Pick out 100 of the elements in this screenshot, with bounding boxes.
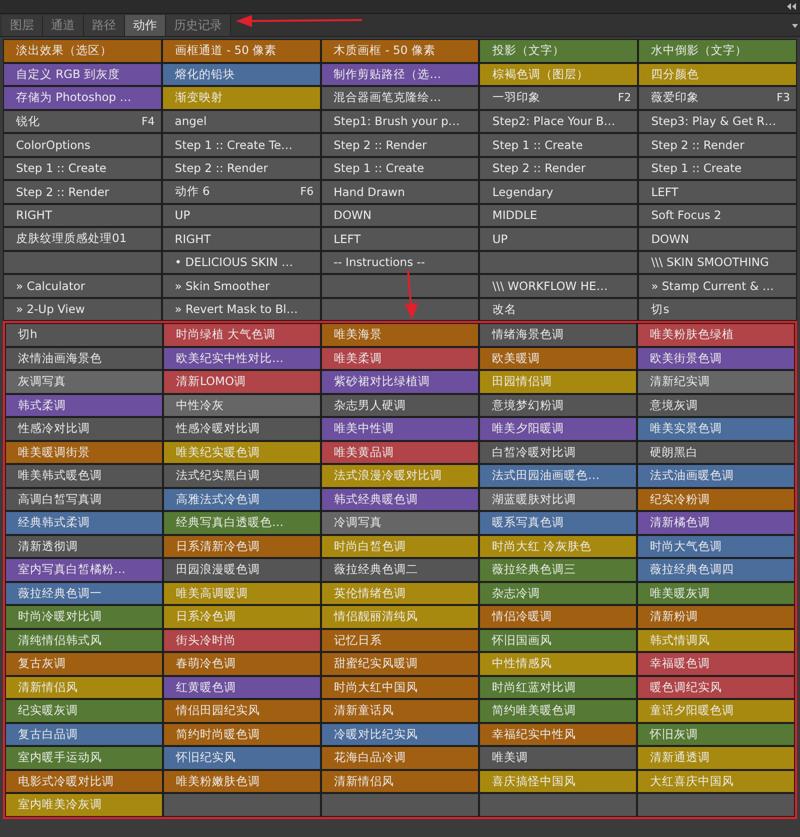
action-button[interactable]: 春萌冷色调 [164,653,320,674]
action-button[interactable]: 纪实冷粉调 [638,488,794,510]
action-button[interactable]: 高雅法式冷色调 [164,488,320,510]
action-button[interactable]: 怀旧国画风 [480,630,636,651]
action-button[interactable]: 法式田园油画暖色… [480,465,636,486]
action-button[interactable]: 情绪海景色调 [480,324,636,346]
panel-tab[interactable]: 图层 [2,15,43,36]
action-button[interactable]: 纪实暖灰调 [6,700,162,722]
action-button[interactable]: 甜蜜纪实风暖调 [322,653,478,674]
action-button[interactable]: 唯美高调暖调 [164,582,320,604]
action-button[interactable]: 情侣靓丽清纯风 [322,606,478,628]
action-button[interactable]: 一羽印象 F2 [480,87,638,108]
action-button[interactable]: » Skin Smoother [162,275,320,296]
action-button[interactable]: Step 2 :: Render [480,158,638,179]
action-button[interactable]: 清新情侣风 [322,770,478,792]
action-button[interactable]: 中性冷灰 [164,394,320,416]
action-button[interactable]: 法式浪漫冷暖对比调 [322,465,478,486]
action-button[interactable]: 制作剪贴路径（选… [322,64,478,85]
action-button[interactable]: 喜庆搞怪中国风 [480,770,636,792]
action-button[interactable]: 棕褐色调（图层） [480,64,638,85]
action-button[interactable]: 时尚白皙色调 [322,536,478,557]
action-button[interactable]: 薇拉经典色调一 [6,582,162,604]
panel-tab[interactable]: 路径 [84,15,125,36]
action-button[interactable]: 混合器画笔克隆绘… [322,87,478,108]
action-button[interactable]: 薇拉经典色调三 [480,559,636,580]
action-button[interactable]: 幸福纪实中性风 [480,724,636,745]
panel-tab[interactable]: 通道 [43,15,84,36]
action-button[interactable]: 韩式情调风 [638,630,794,651]
action-button[interactable]: 幸福暖色调 [638,653,794,674]
action-button[interactable]: 清新纪实调 [638,371,794,392]
panel-tab[interactable]: 动作 [125,15,166,36]
action-button[interactable]: 时尚大红 冷灰肤色 [480,536,636,557]
action-button[interactable]: 硬朗黑白 [638,442,794,463]
action-button[interactable]: • DELICIOUS SKIN … [162,252,320,273]
action-button[interactable]: 画框通道 - 50 像素 [162,40,320,62]
action-button[interactable]: 唯美暖灰调 [638,582,794,604]
action-button[interactable]: Step2: Place Your B… [480,110,638,132]
action-button[interactable]: 唯美暖调街景 [6,442,162,463]
action-button[interactable]: 意境灰调 [638,394,794,416]
action-button[interactable]: 灰调写真 [6,371,162,392]
action-button[interactable]: 皮肤纹理质感处理01 [4,228,161,250]
action-button[interactable]: 日系冷色调 [164,606,320,628]
action-button[interactable]: 改名 [480,298,638,320]
action-button[interactable]: 清新童话风 [322,700,478,722]
action-button[interactable]: ColorOptions [4,134,161,156]
action-button[interactable]: 自定义 RGB 到灰度 [4,64,161,85]
action-button[interactable]: 清新情侣风 [6,676,162,698]
action-button[interactable]: 唯美柔调 [322,348,478,369]
action-button[interactable]: DOWN [322,204,478,226]
action-button[interactable]: 怀旧灰调 [638,724,794,745]
action-button[interactable]: 清纯情侣韩式风 [6,630,162,651]
action-button[interactable]: 清新橘色调 [638,512,794,534]
action-button[interactable]: Step 2 :: Render [639,134,796,156]
action-button[interactable]: 熔化的铅块 [162,64,320,85]
action-button[interactable]: 欧美暖调 [480,348,636,369]
action-button[interactable]: 田园情侣调 [480,371,636,392]
action-button[interactable]: 杂志男人硬调 [322,394,478,416]
action-button[interactable]: 法式纪实黑白调 [164,465,320,486]
action-button[interactable]: 性感冷暖对比调 [164,418,320,440]
action-button[interactable]: 木质画框 - 50 像素 [322,40,478,62]
action-button[interactable]: » Stamp Current & … [639,275,796,296]
action-button[interactable]: 经典写真白透暖色… [164,512,320,534]
action-button[interactable] [480,252,638,273]
action-button[interactable]: 紫砂裙对比绿植调 [322,371,478,392]
action-button[interactable]: 湖蓝暖肤对比调 [480,488,636,510]
action-button[interactable]: \\\ WORKFLOW HE… [480,275,638,296]
action-button[interactable]: 动作 6 F6 [162,181,320,202]
action-button[interactable]: 复古灰调 [6,653,162,674]
action-button[interactable]: Step1: Brush your p… [322,110,478,132]
action-button[interactable]: MIDDLE [480,204,638,226]
action-button[interactable]: 冷暖对比纪实风 [322,724,478,745]
action-button[interactable]: 中性情感风 [480,653,636,674]
action-button[interactable]: \\\ SKIN SMOOTHING [639,252,796,273]
action-button[interactable]: 唯美海景 [322,324,478,346]
action-button[interactable]: 唯美调 [480,747,636,768]
action-button[interactable]: Step 1 :: Create Te… [162,134,320,156]
action-button[interactable]: 杂志冷调 [480,582,636,604]
action-button[interactable]: 情侣田园纪实风 [164,700,320,722]
action-button[interactable]: 清新透彻调 [6,536,162,557]
action-button[interactable]: 童话夕阳暖色调 [638,700,794,722]
action-button[interactable]: Step 2 :: Render [4,181,161,202]
action-button[interactable]: 时尚绿植 大气色调 [164,324,320,346]
action-button[interactable]: Step 1 :: Create [639,158,796,179]
action-button[interactable]: 唯美中性调 [322,418,478,440]
action-button[interactable]: 唯美实景色调 [638,418,794,440]
action-button[interactable]: 时尚大气色调 [638,536,794,557]
action-button[interactable]: 经典韩式柔调 [6,512,162,534]
action-button[interactable]: 英伦情绪色调 [322,582,478,604]
action-button[interactable]: 街头冷时尚 [164,630,320,651]
action-button[interactable] [322,298,478,320]
action-button[interactable]: 清新通透调 [638,747,794,768]
panel-tab[interactable]: 历史记录 [166,15,231,36]
action-button[interactable]: 四分颜色 [639,64,796,85]
action-button[interactable]: 白皙冷暖对比调 [480,442,636,463]
action-button[interactable]: RIGHT [162,228,320,250]
action-button[interactable]: 室内暖手运动风 [6,747,162,768]
action-button[interactable]: UP [480,228,638,250]
action-button[interactable]: 欧美街景色调 [638,348,794,369]
action-button[interactable]: 简约时尚暖色调 [164,724,320,745]
action-button[interactable]: 清新LOMO调 [164,371,320,392]
